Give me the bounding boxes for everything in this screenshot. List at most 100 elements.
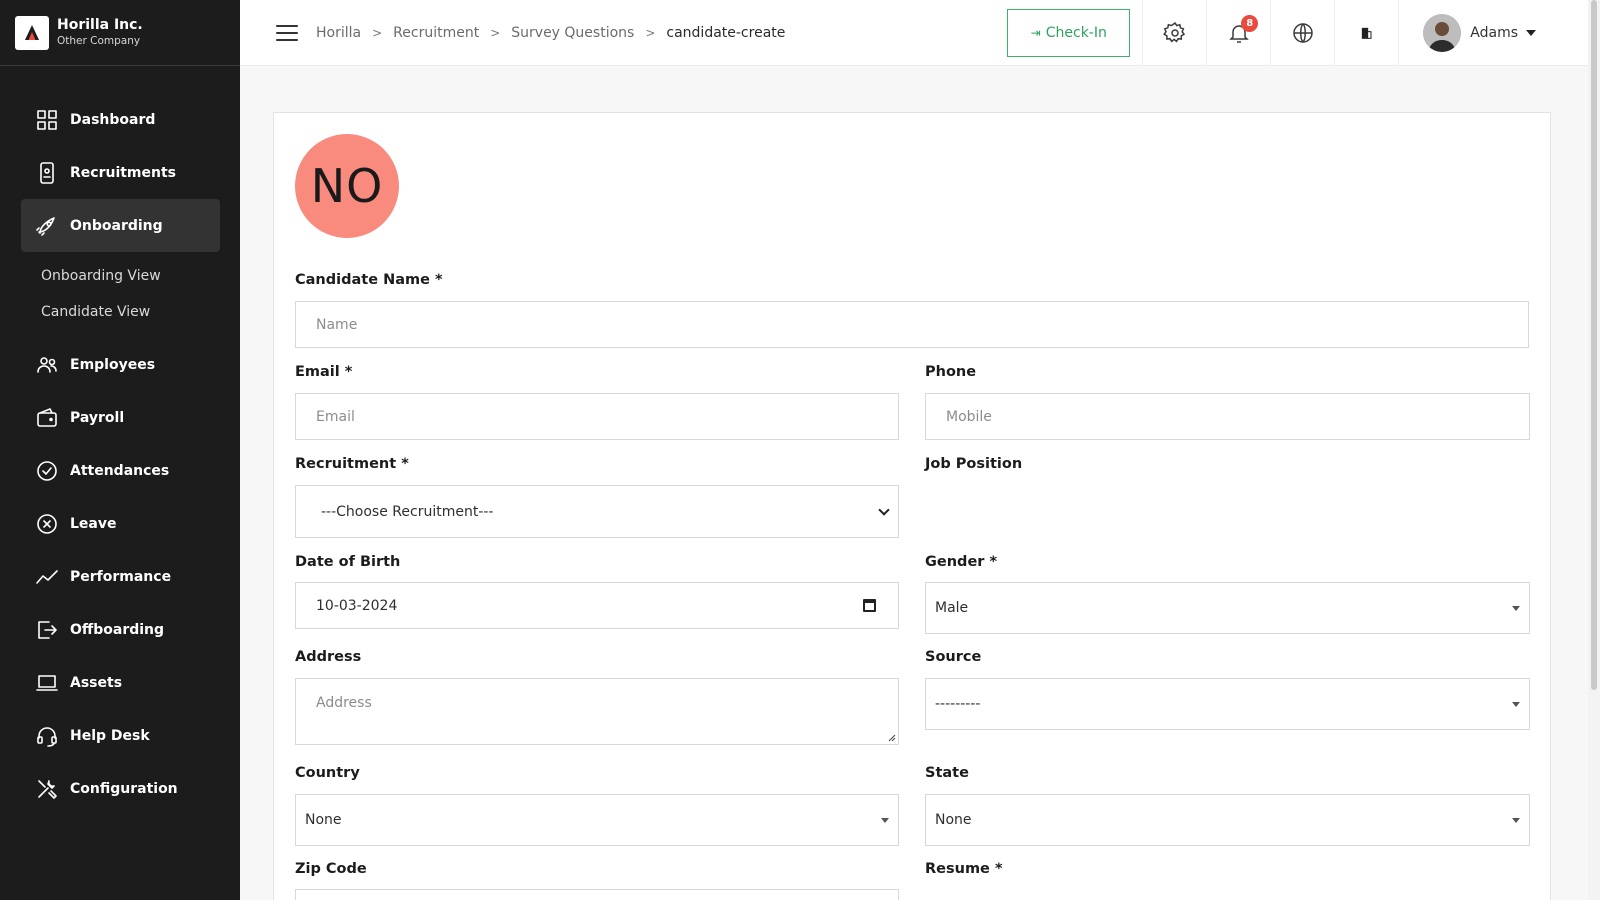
company-subtitle: Other Company: [57, 35, 141, 47]
country-label: Country: [295, 765, 360, 781]
login-icon: ⇥: [1030, 26, 1041, 40]
job-position-label: Job Position: [925, 456, 1023, 472]
zip-code-label: Zip Code: [295, 861, 367, 877]
sidebar-item-configuration[interactable]: Configuration: [0, 762, 240, 815]
chevron-right-icon: >: [490, 25, 501, 40]
country-selected: None: [305, 812, 342, 828]
sidebar-item-leave[interactable]: Leave: [0, 497, 240, 550]
check-circle-icon: [35, 459, 59, 483]
chevron-right-icon: >: [372, 25, 383, 40]
sidebar-item-employees[interactable]: Employees: [0, 338, 240, 391]
caret-down-icon: [1512, 702, 1520, 707]
laptop-icon: [35, 671, 59, 695]
caret-down-icon: [1512, 818, 1520, 823]
sidebar-item-performance[interactable]: Performance: [0, 550, 240, 603]
rocket-icon: [35, 214, 59, 238]
chevron-down-icon: [878, 503, 890, 516]
caret-down-icon: [1526, 30, 1536, 36]
sidebar-item-label: Onboarding: [70, 217, 163, 234]
user-name: Adams: [1470, 25, 1518, 41]
breadcrumb: Horilla > Recruitment > Survey Questions…: [316, 25, 785, 41]
language-button[interactable]: [1270, 0, 1334, 66]
resume-label: Resume *: [925, 861, 1003, 877]
wallet-icon: [35, 406, 59, 430]
phone-input[interactable]: Mobile: [925, 393, 1530, 440]
gender-label: Gender *: [925, 554, 998, 570]
users-icon: [35, 353, 59, 377]
sidebar-nav: Dashboard Recruitments Onboarding Onboar…: [0, 66, 240, 815]
gender-select[interactable]: Male: [925, 582, 1530, 634]
breadcrumb-survey-questions[interactable]: Survey Questions: [511, 25, 634, 41]
state-select[interactable]: None: [925, 794, 1530, 846]
tools-icon: [35, 777, 59, 801]
subnav-candidate-view[interactable]: Candidate View: [41, 294, 240, 330]
address-textarea[interactable]: Address: [295, 678, 899, 745]
candidate-name-label: Candidate Name *: [295, 272, 443, 288]
dashboard-icon: [35, 108, 59, 132]
address-placeholder: Address: [316, 695, 372, 711]
email-label: Email *: [295, 364, 353, 380]
breadcrumb-current: candidate-create: [666, 24, 786, 41]
settings-button[interactable]: [1142, 0, 1206, 66]
sidebar-item-label: Payroll: [70, 409, 125, 426]
sidebar-item-attendances[interactable]: Attendances: [0, 444, 240, 497]
sidebar-item-label: Assets: [70, 674, 123, 691]
onboarding-submenu: Onboarding View Candidate View: [0, 252, 240, 338]
check-in-label: Check-In: [1045, 25, 1107, 41]
sidebar-item-help-desk[interactable]: Help Desk: [0, 709, 240, 762]
recruitment-select[interactable]: ---Choose Recruitment---: [295, 485, 899, 538]
caret-down-icon: [1512, 606, 1520, 611]
subnav-onboarding-view[interactable]: Onboarding View: [41, 258, 240, 294]
sidebar-item-label: Attendances: [70, 462, 170, 479]
sidebar-item-label: Leave: [70, 515, 117, 532]
sidebar-item-label: Performance: [70, 568, 172, 585]
top-bar: Horilla > Recruitment > Survey Questions…: [240, 0, 1588, 66]
company-name: Horilla Inc.: [57, 17, 143, 33]
source-select[interactable]: ---------: [925, 678, 1530, 730]
sidebar-item-label: Configuration: [70, 780, 178, 797]
email-input[interactable]: Email: [295, 393, 899, 440]
gear-icon: [1162, 21, 1185, 43]
trend-icon: [35, 565, 59, 589]
state-label: State: [925, 765, 969, 781]
recruitment-label: Recruitment *: [295, 456, 409, 472]
dob-input[interactable]: 10-03-2024: [295, 582, 899, 629]
recruitment-icon: [35, 161, 59, 185]
company-logo: [15, 15, 49, 50]
notification-badge: 8: [1241, 15, 1259, 32]
notifications-button[interactable]: 8: [1206, 0, 1270, 66]
company-button[interactable]: [1334, 0, 1398, 66]
company-switcher[interactable]: Horilla Inc. Other Company: [0, 0, 240, 66]
user-menu[interactable]: Adams: [1398, 0, 1588, 66]
sidebar-item-onboarding[interactable]: Onboarding: [21, 199, 220, 252]
sidebar-item-label: Recruitments: [70, 164, 177, 181]
dob-label: Date of Birth: [295, 554, 401, 570]
candidate-avatar[interactable]: NO: [295, 134, 399, 238]
header-actions: ⇥ Check-In 8 Adams: [1007, 0, 1588, 66]
breadcrumb-recruitment[interactable]: Recruitment: [393, 25, 479, 41]
sidebar-item-offboarding[interactable]: Offboarding: [0, 603, 240, 656]
globe-icon: [1293, 23, 1313, 44]
scrollbar-thumb[interactable]: [1591, 0, 1597, 690]
page-scrollbar[interactable]: [1588, 0, 1600, 900]
source-selected: ---------: [935, 696, 981, 712]
x-circle-icon: [35, 512, 59, 536]
check-in-button[interactable]: ⇥ Check-In: [1007, 9, 1131, 57]
sidebar-item-assets[interactable]: Assets: [0, 656, 240, 709]
zip-code-input[interactable]: [295, 889, 899, 900]
candidate-form-card: NO Candidate Name * Name Email * Email P…: [273, 112, 1551, 900]
chevron-right-icon: >: [645, 25, 656, 40]
calendar-icon[interactable]: [863, 599, 876, 612]
sidebar-item-payroll[interactable]: Payroll: [0, 391, 240, 444]
sidebar-item-recruitments[interactable]: Recruitments: [0, 146, 240, 199]
dob-value: 10-03-2024: [316, 597, 398, 614]
headset-icon: [35, 724, 59, 748]
sidebar-item-dashboard[interactable]: Dashboard: [0, 93, 240, 146]
menu-toggle-icon[interactable]: [276, 24, 298, 41]
sidebar-item-label: Employees: [70, 356, 156, 373]
country-select[interactable]: None: [295, 794, 899, 846]
resize-handle-icon[interactable]: [888, 734, 896, 742]
candidate-name-input[interactable]: Name: [295, 301, 1529, 348]
breadcrumb-home[interactable]: Horilla: [316, 25, 361, 41]
sidebar-item-label: Dashboard: [70, 111, 156, 128]
